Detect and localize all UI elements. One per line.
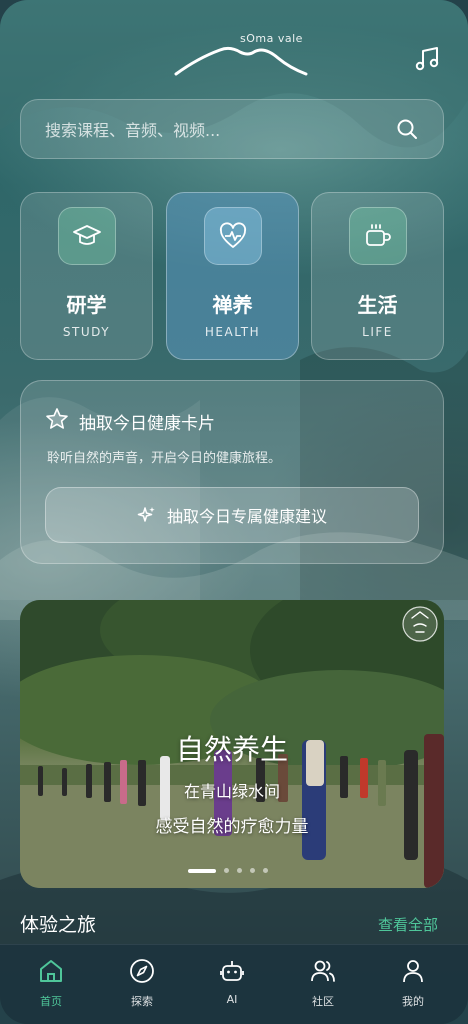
category-icon-box [58,207,116,265]
category-subtitle: LIFE [362,325,393,339]
logo-text: sOma vale [240,32,303,45]
draw-health-advice-button[interactable]: 抽取今日专属健康建议 [45,487,419,543]
category-icon-box [349,207,407,265]
graduation-cap-icon [73,225,101,245]
search-bar[interactable]: 搜索课程、音频、视频... [20,99,444,159]
tab-community[interactable]: 社区 [295,957,351,1009]
tab-label: 我的 [402,995,424,1008]
carousel-dot[interactable] [224,868,229,873]
see-all-link[interactable]: 查看全部 [378,914,438,935]
star-icon [46,408,68,429]
banner-subtitle-2: 感受自然的疗愈力量 [155,817,309,837]
tab-label: 探索 [131,995,153,1008]
tab-profile[interactable]: 我的 [385,957,441,1009]
bottom-tab-bar: 首页 探索 AI 社区 我的 [0,944,468,1024]
robot-icon [220,961,244,981]
carousel-dot[interactable] [250,868,255,873]
tab-ai[interactable]: AI [204,957,260,1006]
category-icon-box [204,207,262,265]
home-icon [40,960,62,982]
carousel-dot-active[interactable] [188,868,216,873]
section-title: 体验之旅 [20,914,97,936]
category-study[interactable]: 研学 STUDY [20,192,153,360]
category-life[interactable]: 生活 LIFE [311,192,444,360]
sparkle-icon [137,507,155,522]
music-note-icon [415,47,439,71]
tab-home[interactable]: 首页 [23,957,79,1009]
category-title: 生活 [357,293,398,317]
tab-label: 首页 [40,995,62,1008]
daily-health-card: 抽取今日健康卡片 聆听自然的声音，开启今日的健康旅程。 抽取今日专属健康建议 [20,380,444,564]
banner-title: 自然养生 [175,733,288,766]
heart-pulse-icon [219,222,247,248]
category-subtitle: HEALTH [204,325,261,339]
carousel-indicator[interactable] [188,868,268,873]
category-title: 禅养 [212,293,253,317]
tab-label: 社区 [312,995,334,1008]
health-card-description: 聆听自然的声音，开启今日的健康旅程。 [47,451,282,466]
compass-icon [130,959,154,983]
users-icon [311,960,335,982]
music-button[interactable] [412,44,442,74]
draw-button-label: 抽取今日专属健康建议 [166,507,327,526]
carousel-dot[interactable] [237,868,242,873]
tab-explore[interactable]: 探索 [114,957,170,1009]
banner-subtitle-1: 在青山绿水间 [183,782,280,801]
category-title: 研学 [66,293,107,317]
coffee-cup-icon [366,224,391,246]
category-health[interactable]: 禅养 HEALTH [166,192,299,360]
category-subtitle: STUDY [62,325,111,339]
featured-banner[interactable]: 自然养生 在青山绿水间 感受自然的疗愈力量 [20,600,444,888]
carousel-dot[interactable] [263,868,268,873]
brand-logo: sOma vale [168,28,308,80]
health-card-title: 抽取今日健康卡片 [79,414,215,434]
search-input[interactable]: 搜索课程、音频、视频... [45,117,395,141]
user-icon [403,960,423,983]
search-icon[interactable] [395,117,419,141]
seal-logo [402,606,438,642]
app-screen: sOma vale 搜索课程、音频、视频... 研学 STUDY 禅养 HEAL… [0,0,468,1024]
tab-label: AI [226,993,238,1006]
